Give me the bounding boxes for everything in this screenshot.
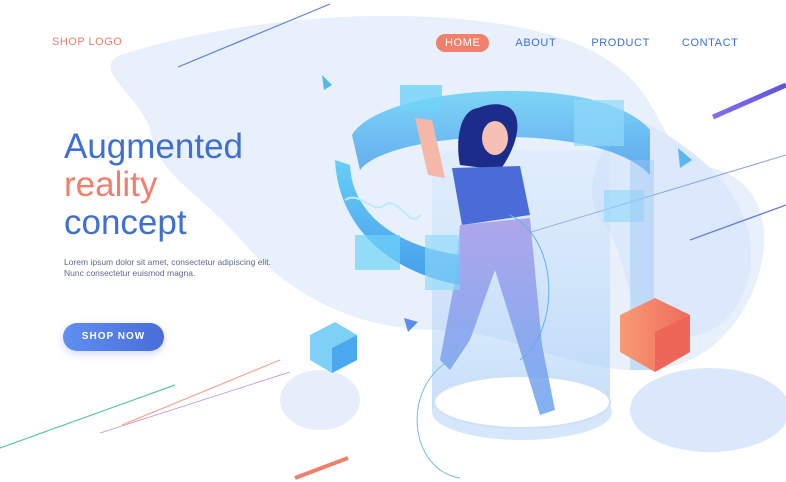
- hero-description: Lorem ipsum dolor sit amet, consectetur …: [64, 257, 314, 279]
- headline-line-1: Augmented: [64, 127, 244, 166]
- landing-page: SHOP LOGO HOME ABOUT PRODUCT CONTACT Aug…: [0, 0, 786, 482]
- accent-line: [711, 82, 786, 120]
- description-line-1: Lorem ipsum dolor sit amet, consectetur …: [64, 257, 271, 267]
- background-blob: [630, 368, 786, 452]
- woman-face: [482, 121, 508, 155]
- headline-line-3: concept: [64, 203, 187, 242]
- nav-contact[interactable]: CONTACT: [682, 37, 739, 49]
- description-line-2: Nunc consectetur euismod magna.: [64, 268, 196, 278]
- hologram-panel: [400, 85, 442, 111]
- headline-line-2: reality: [64, 165, 158, 204]
- main-nav: HOME ABOUT PRODUCT CONTACT: [436, 34, 738, 52]
- accent-line: [121, 359, 281, 426]
- accent-line: [0, 384, 176, 449]
- hologram-panel: [355, 235, 400, 270]
- accent-line: [294, 456, 349, 480]
- nav-about[interactable]: ABOUT: [515, 37, 556, 49]
- nav-product[interactable]: PRODUCT: [591, 37, 650, 49]
- hero-headline: Augmented reality concept: [64, 128, 243, 242]
- pedestal-top: [433, 375, 611, 429]
- accent-line: [99, 371, 291, 434]
- hologram-panel: [425, 235, 460, 290]
- shop-now-button[interactable]: SHOP NOW: [63, 323, 164, 351]
- background-blob: [280, 370, 360, 430]
- hologram-panel: [574, 100, 624, 146]
- nav-home[interactable]: HOME: [436, 34, 490, 52]
- woman-torso: [452, 166, 530, 225]
- shop-logo[interactable]: SHOP LOGO: [52, 36, 122, 48]
